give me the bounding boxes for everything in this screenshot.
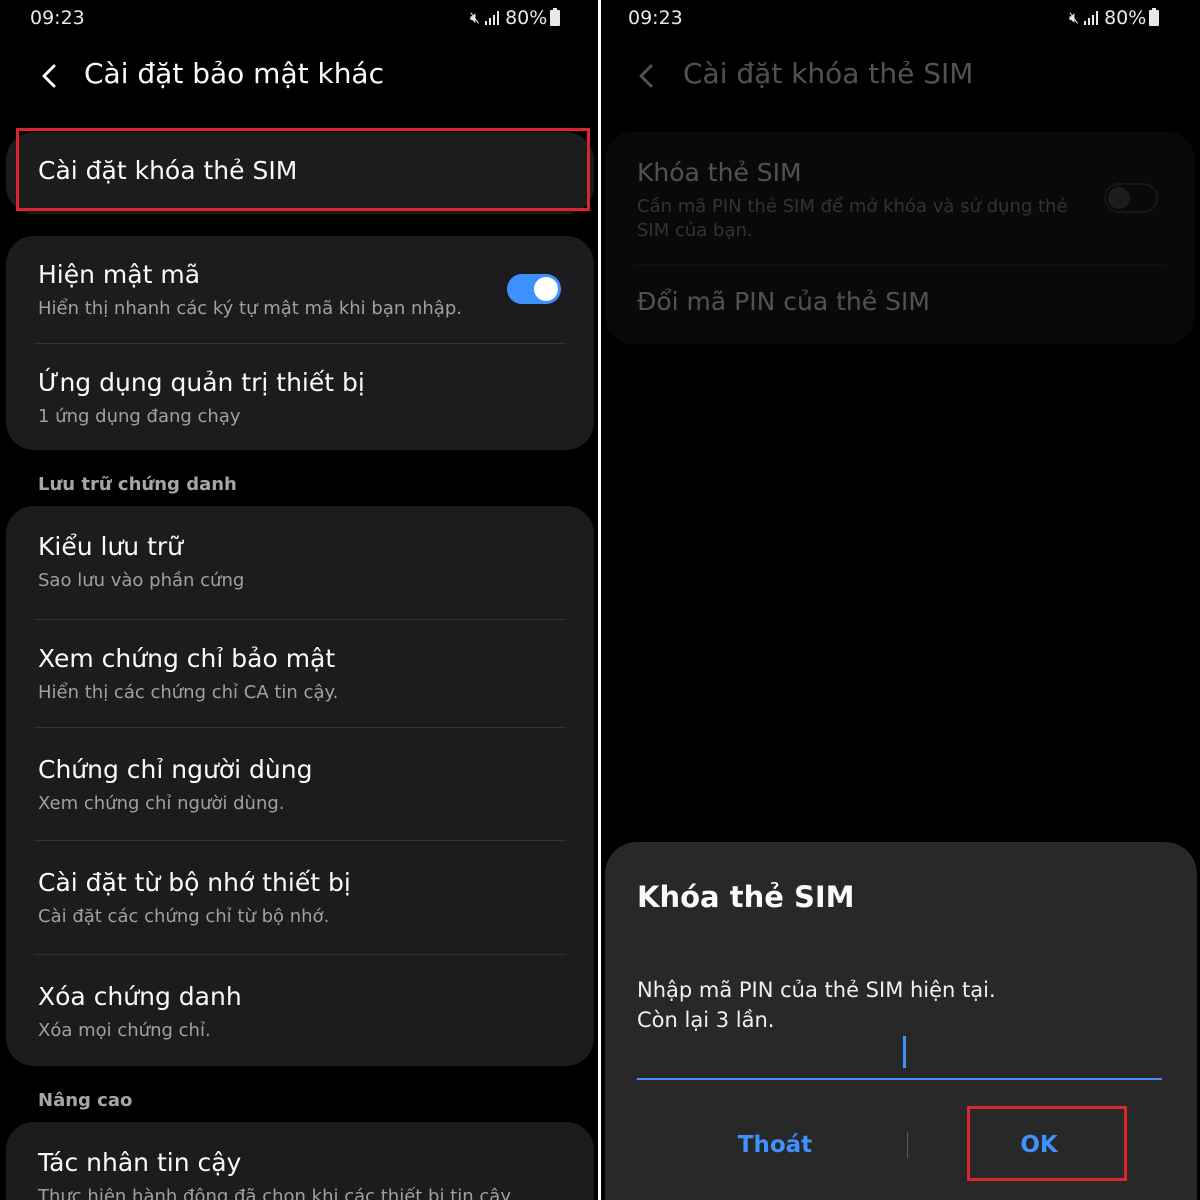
user-certs-title: Chứng chỉ người dùng [38, 755, 313, 784]
view-security-certs-subtitle: Hiển thị các chứng chỉ CA tin cậy. [38, 682, 339, 703]
back-arrow-icon [42, 64, 56, 88]
show-password-item[interactable]: Hiện mật mã Hiển thị nhanh các ký tự mật… [6, 236, 594, 344]
storage-type-subtitle: Sao lưu vào phần cứng [38, 570, 245, 591]
user-certs-item[interactable]: Chứng chỉ người dùng Xem chứng chỉ người… [6, 728, 594, 840]
right-screen: 09:23 🔇︎ 80% Cài đặt khóa thẻ SIM Khóa t… [601, 0, 1200, 1200]
battery-percent: 80% [1104, 7, 1147, 29]
view-security-certs-item[interactable]: Xem chứng chỉ bảo mật Hiển thị các chứng… [6, 620, 594, 727]
left-screen: 09:23 🔇︎ 80% Cài đặt bảo mật khác Cài đặ… [0, 0, 598, 1200]
trust-agents-title: Tác nhân tin cậy [38, 1148, 242, 1177]
back-button[interactable] [36, 56, 66, 96]
device-admin-apps-title: Ứng dụng quản trị thiết bị [38, 368, 365, 397]
sim-lock-card: Khóa thẻ SIM Cần mã PIN thẻ SIM để mở kh… [605, 132, 1195, 344]
ok-button[interactable]: OK [914, 1112, 1164, 1178]
storage-type-item[interactable]: Kiểu lưu trữ Sao lưu vào phần cứng [6, 506, 594, 619]
credentials-card: Kiểu lưu trữ Sao lưu vào phần cứng Xem c… [6, 506, 594, 1066]
section-label-advanced: Nâng cao [38, 1090, 133, 1111]
change-sim-pin-title: Đổi mã PIN của thẻ SIM [637, 287, 930, 316]
back-arrow-icon [639, 64, 653, 88]
storage-type-title: Kiểu lưu trữ [38, 532, 184, 561]
advanced-card: Tác nhân tin cậy Thực hiện hành động đã … [6, 1122, 594, 1200]
signal-icon [485, 11, 500, 25]
change-sim-pin-item[interactable]: Đổi mã PIN của thẻ SIM [605, 265, 1195, 344]
battery-percent: 80% [505, 7, 548, 29]
sim-lock-subtitle-line2: SIM của bạn. [637, 220, 753, 241]
status-time: 09:23 [628, 7, 683, 29]
battery-icon [1149, 8, 1160, 26]
section-label-credentials: Lưu trữ chứng danh [38, 474, 237, 495]
install-from-storage-subtitle: Cài đặt các chứng chỉ từ bộ nhớ. [38, 906, 330, 927]
user-certs-subtitle: Xem chứng chỉ người dùng. [38, 793, 285, 814]
sim-lock-toggle[interactable] [1104, 183, 1158, 213]
sim-lock-title: Khóa thẻ SIM [637, 158, 802, 187]
pin-input[interactable] [637, 1028, 1162, 1080]
sim-lock-item[interactable]: Khóa thẻ SIM Cần mã PIN thẻ SIM để mở kh… [605, 132, 1195, 264]
dialog-message-line1: Nhập mã PIN của thẻ SIM hiện tại. [637, 978, 996, 1002]
status-time: 09:23 [30, 7, 85, 29]
status-icons: 🔇︎ 80% [470, 7, 561, 29]
status-icons: 🔇︎ 80% [1069, 7, 1160, 29]
clear-credentials-title: Xóa chứng danh [38, 982, 242, 1011]
page-title: Cài đặt khóa thẻ SIM [683, 57, 974, 90]
trust-agents-item[interactable]: Tác nhân tin cậy Thực hiện hành động đã … [6, 1122, 594, 1200]
dialog-title: Khóa thẻ SIM [637, 880, 855, 914]
mute-icon: 🔇︎ [470, 8, 481, 27]
install-from-storage-item[interactable]: Cài đặt từ bộ nhớ thiết bị Cài đặt các c… [6, 841, 594, 954]
trust-agents-subtitle: Thực hiện hành động đã chọn khi các thiế… [38, 1186, 511, 1200]
show-password-toggle[interactable] [507, 274, 561, 304]
clear-credentials-subtitle: Xóa mọi chứng chỉ. [38, 1020, 211, 1041]
mute-icon: 🔇︎ [1069, 8, 1080, 27]
sim-lock-settings-card: Cài đặt khóa thẻ SIM [6, 132, 594, 214]
button-separator [907, 1132, 908, 1158]
text-cursor [903, 1036, 906, 1068]
device-admin-apps-item[interactable]: Ứng dụng quản trị thiết bị 1 ứng dụng đa… [6, 344, 594, 450]
clear-credentials-item[interactable]: Xóa chứng danh Xóa mọi chứng chỉ. [6, 955, 594, 1066]
battery-icon [550, 8, 561, 26]
sim-lock-dialog: Khóa thẻ SIM Nhập mã PIN của thẻ SIM hiệ… [605, 842, 1197, 1200]
signal-icon [1084, 11, 1099, 25]
back-button[interactable] [633, 56, 663, 96]
view-security-certs-title: Xem chứng chỉ bảo mật [38, 644, 336, 673]
show-password-title: Hiện mật mã [38, 260, 201, 289]
security-card: Hiện mật mã Hiển thị nhanh các ký tự mật… [6, 236, 594, 450]
sim-lock-settings-item[interactable]: Cài đặt khóa thẻ SIM [6, 132, 594, 214]
page-title: Cài đặt bảo mật khác [84, 57, 384, 90]
device-admin-apps-subtitle: 1 ứng dụng đang chạy [38, 406, 241, 427]
show-password-subtitle: Hiển thị nhanh các ký tự mật mã khi bạn … [38, 298, 462, 319]
cancel-button[interactable]: Thoát [650, 1112, 900, 1178]
sim-lock-subtitle-line1: Cần mã PIN thẻ SIM để mở khóa và sử dụng… [637, 196, 1068, 217]
sim-lock-settings-label: Cài đặt khóa thẻ SIM [38, 156, 298, 185]
install-from-storage-title: Cài đặt từ bộ nhớ thiết bị [38, 868, 351, 897]
